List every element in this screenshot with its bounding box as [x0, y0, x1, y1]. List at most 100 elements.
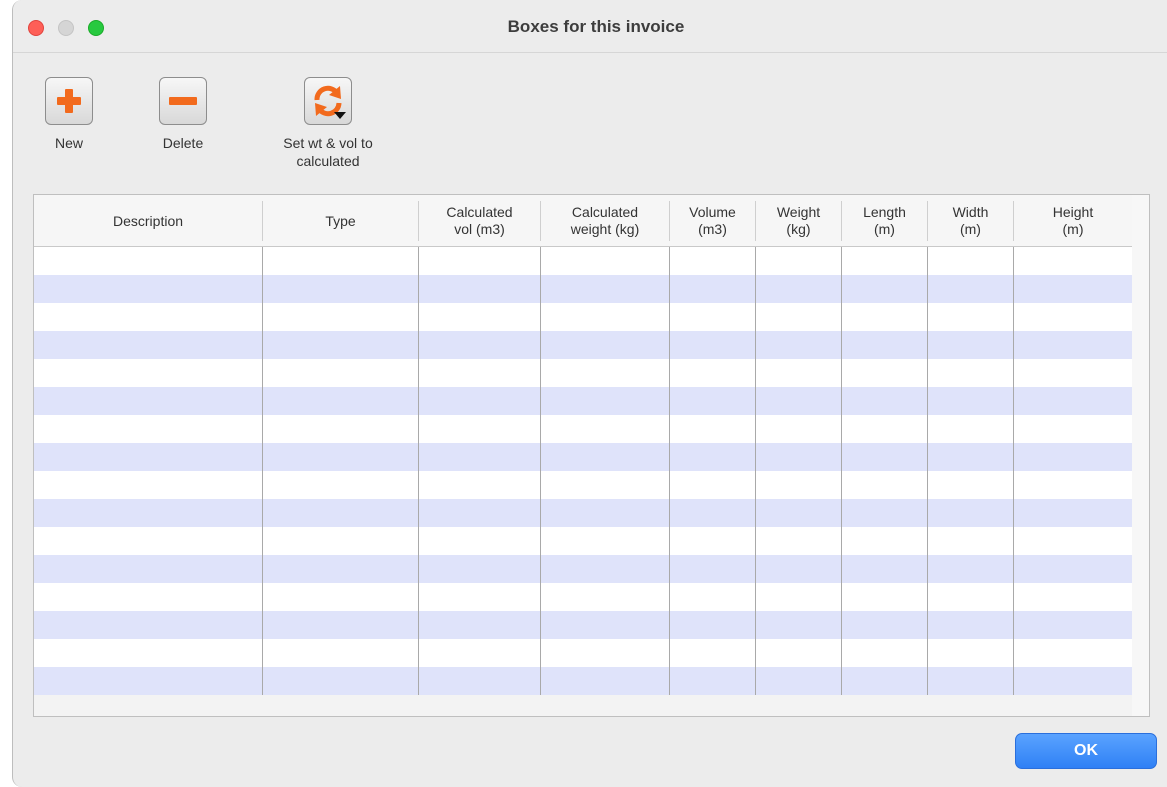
column-header[interactable]: Calculated weight (kg) — [541, 201, 670, 241]
table-cell[interactable] — [1014, 387, 1132, 415]
table-cell[interactable] — [842, 583, 928, 611]
table-cell[interactable] — [34, 471, 263, 499]
table-cell[interactable] — [419, 331, 541, 359]
table-cell[interactable] — [670, 331, 756, 359]
table-cell[interactable] — [34, 527, 263, 555]
table-cell[interactable] — [756, 247, 842, 275]
table-cell[interactable] — [842, 247, 928, 275]
table-cell[interactable] — [842, 639, 928, 667]
table-cell[interactable] — [928, 555, 1014, 583]
table-cell[interactable] — [842, 443, 928, 471]
table-cell[interactable] — [34, 331, 263, 359]
table-cell[interactable] — [541, 443, 670, 471]
table-cell[interactable] — [756, 275, 842, 303]
table-cell[interactable] — [756, 527, 842, 555]
table-cell[interactable] — [541, 359, 670, 387]
table-cell[interactable] — [541, 583, 670, 611]
table-cell[interactable] — [928, 667, 1014, 695]
table-row[interactable] — [34, 527, 1132, 555]
table-cell[interactable] — [1014, 275, 1132, 303]
table-cell[interactable] — [670, 583, 756, 611]
table-cell[interactable] — [670, 667, 756, 695]
table-cell[interactable] — [1014, 639, 1132, 667]
table-cell[interactable] — [756, 415, 842, 443]
table-cell[interactable] — [263, 415, 419, 443]
table-cell[interactable] — [541, 331, 670, 359]
table-row[interactable] — [34, 303, 1132, 331]
column-header[interactable]: Width (m) — [928, 201, 1014, 241]
table-cell[interactable] — [419, 443, 541, 471]
column-header[interactable]: Length (m) — [842, 201, 928, 241]
table-cell[interactable] — [34, 555, 263, 583]
table-cell[interactable] — [842, 471, 928, 499]
table-cell[interactable] — [928, 247, 1014, 275]
table-cell[interactable] — [756, 583, 842, 611]
table-body[interactable] — [34, 247, 1132, 695]
table-cell[interactable] — [670, 611, 756, 639]
table-cell[interactable] — [419, 247, 541, 275]
table-cell[interactable] — [419, 583, 541, 611]
table-cell[interactable] — [842, 499, 928, 527]
table-cell[interactable] — [541, 611, 670, 639]
table-row[interactable] — [34, 247, 1132, 275]
table-cell[interactable] — [419, 527, 541, 555]
table-cell[interactable] — [928, 583, 1014, 611]
table-cell[interactable] — [34, 387, 263, 415]
table-cell[interactable] — [541, 527, 670, 555]
table-cell[interactable] — [1014, 555, 1132, 583]
table-cell[interactable] — [1014, 331, 1132, 359]
table-cell[interactable] — [263, 359, 419, 387]
table-cell[interactable] — [541, 667, 670, 695]
table-row[interactable] — [34, 415, 1132, 443]
table-cell[interactable] — [842, 611, 928, 639]
table-row[interactable] — [34, 611, 1132, 639]
column-header[interactable]: Type — [263, 201, 419, 241]
table-cell[interactable] — [670, 471, 756, 499]
table-cell[interactable] — [541, 499, 670, 527]
column-header[interactable]: Weight (kg) — [756, 201, 842, 241]
table-cell[interactable] — [419, 415, 541, 443]
table-cell[interactable] — [263, 471, 419, 499]
table-cell[interactable] — [670, 303, 756, 331]
table-cell[interactable] — [1014, 303, 1132, 331]
table-row[interactable] — [34, 359, 1132, 387]
table-cell[interactable] — [541, 303, 670, 331]
table-cell[interactable] — [419, 639, 541, 667]
table-row[interactable] — [34, 555, 1132, 583]
table-cell[interactable] — [263, 331, 419, 359]
table-cell[interactable] — [928, 527, 1014, 555]
table-cell[interactable] — [419, 611, 541, 639]
table-cell[interactable] — [263, 555, 419, 583]
table-cell[interactable] — [842, 303, 928, 331]
table-cell[interactable] — [670, 247, 756, 275]
table-cell[interactable] — [541, 247, 670, 275]
table-row[interactable] — [34, 275, 1132, 303]
table-cell[interactable] — [34, 499, 263, 527]
table-cell[interactable] — [263, 443, 419, 471]
table-cell[interactable] — [756, 499, 842, 527]
table-row[interactable] — [34, 331, 1132, 359]
table-cell[interactable] — [670, 639, 756, 667]
table-cell[interactable] — [756, 611, 842, 639]
table-cell[interactable] — [419, 499, 541, 527]
table-cell[interactable] — [1014, 247, 1132, 275]
table-cell[interactable] — [1014, 611, 1132, 639]
table-cell[interactable] — [541, 471, 670, 499]
table-cell[interactable] — [756, 667, 842, 695]
table-cell[interactable] — [842, 331, 928, 359]
table-cell[interactable] — [756, 555, 842, 583]
table-cell[interactable] — [670, 275, 756, 303]
table-cell[interactable] — [670, 499, 756, 527]
table-cell[interactable] — [263, 527, 419, 555]
column-header[interactable]: Height (m) — [1014, 201, 1132, 241]
table-cell[interactable] — [756, 639, 842, 667]
table-cell[interactable] — [1014, 415, 1132, 443]
table-cell[interactable] — [34, 443, 263, 471]
table-cell[interactable] — [756, 359, 842, 387]
table-cell[interactable] — [34, 359, 263, 387]
table-cell[interactable] — [756, 443, 842, 471]
table-cell[interactable] — [928, 443, 1014, 471]
column-header[interactable]: Description — [34, 201, 263, 241]
table-row[interactable] — [34, 583, 1132, 611]
table-cell[interactable] — [670, 387, 756, 415]
